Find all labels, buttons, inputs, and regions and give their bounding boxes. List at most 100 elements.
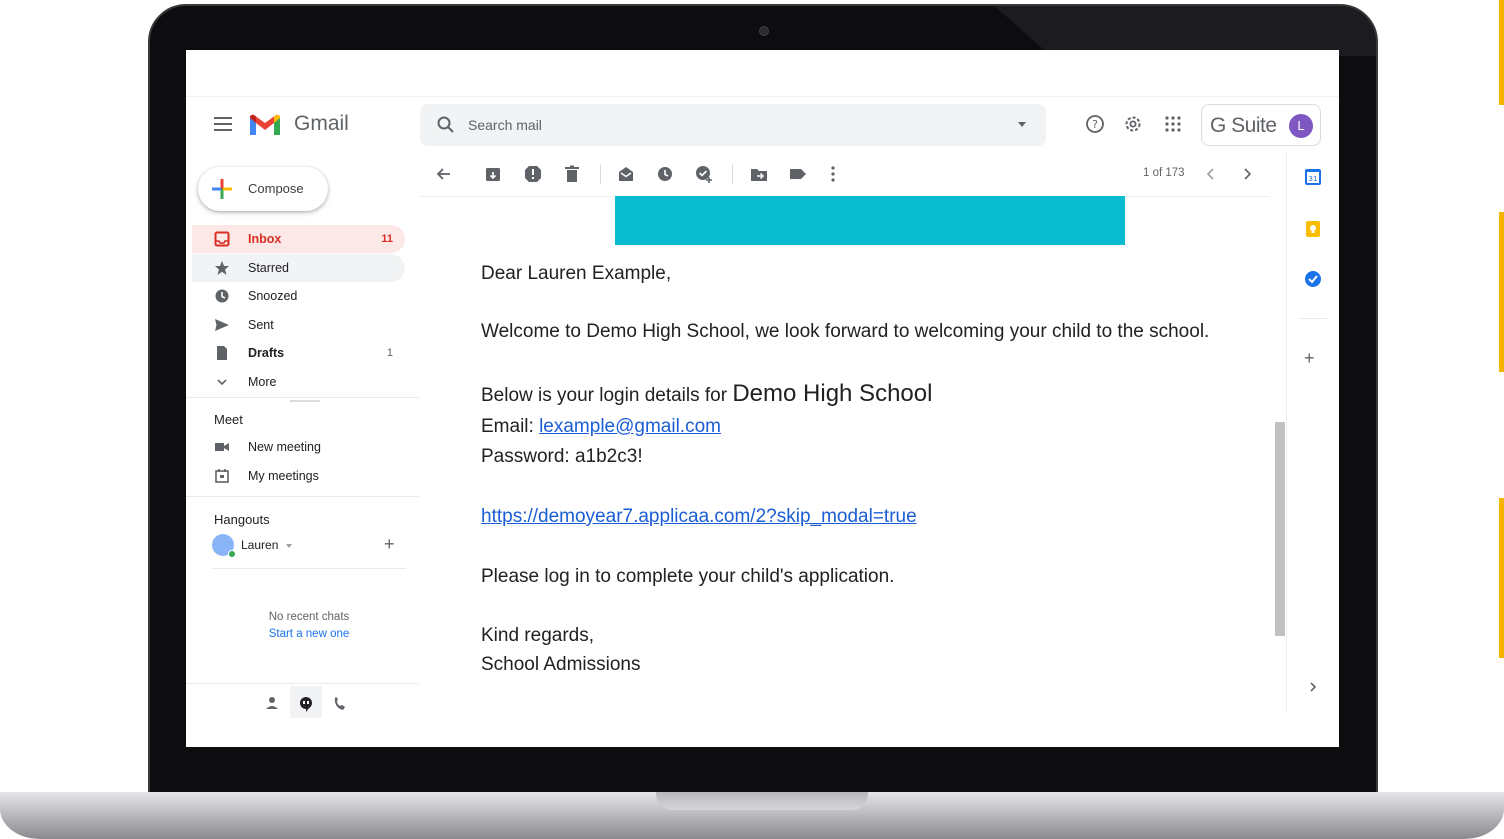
sidebar-item-sent[interactable]: Sent — [192, 311, 405, 339]
sidebar-item-more[interactable]: More — [192, 368, 405, 396]
snooze-icon[interactable] — [655, 164, 675, 184]
start-new-chat-link[interactable]: Start a new one — [186, 628, 432, 640]
sidebar-item-label: Starred — [248, 261, 289, 275]
app-header: Gmail ? G Suite L — [186, 96, 1339, 152]
email-closing: Kind regards, — [481, 625, 595, 646]
main-menu-icon[interactable] — [214, 117, 232, 131]
draft-icon — [217, 346, 227, 360]
search-bar[interactable] — [420, 104, 1046, 146]
drag-handle[interactable] — [290, 400, 320, 402]
lid-sheen — [994, 6, 1376, 56]
delete-icon[interactable] — [562, 164, 582, 184]
sidebar-item-label: Drafts — [248, 346, 285, 360]
email-login-link-line: https://demoyear7.applicaa.com/2?skip_mo… — [481, 506, 917, 528]
app-name: Gmail — [294, 112, 349, 135]
phone-icon[interactable] — [326, 690, 354, 718]
online-status-icon — [228, 550, 236, 558]
login-url-link[interactable]: https://demoyear7.applicaa.com/2?skip_mo… — [481, 506, 917, 527]
side-divider — [1299, 318, 1327, 319]
keep-icon[interactable] — [1304, 220, 1322, 238]
gsuite-label: G Suite — [1210, 114, 1277, 137]
school-name: Demo High School — [732, 380, 933, 407]
draft-count: 1 — [386, 347, 393, 359]
camera-icon — [759, 26, 769, 36]
account-switcher[interactable]: G Suite L — [1201, 104, 1321, 146]
sidebar-item-snoozed[interactable]: Snoozed — [192, 282, 405, 310]
status-dropdown-icon[interactable] — [286, 544, 292, 548]
more-options-icon[interactable] — [823, 164, 843, 184]
star-icon — [215, 261, 229, 275]
add-to-tasks-icon[interactable] — [694, 164, 714, 184]
my-meetings-item[interactable]: My meetings — [192, 462, 405, 490]
no-recent-chats: No recent chats — [268, 611, 350, 623]
contacts-icon[interactable] — [258, 690, 286, 718]
new-meeting-item[interactable]: New meeting — [192, 433, 405, 461]
sidebar-item-label: Snoozed — [248, 289, 298, 303]
tasks-icon[interactable] — [1304, 270, 1322, 288]
sidebar-item-label: More — [248, 375, 277, 389]
nav-divider — [186, 397, 419, 398]
back-arrow-icon[interactable] — [434, 164, 454, 184]
svg-text:?: ? — [1092, 118, 1098, 131]
report-spam-icon[interactable] — [523, 164, 543, 184]
meet-divider — [186, 496, 419, 497]
pagination-count: 1 of 173 — [1143, 167, 1185, 179]
email-address-line: Email: lexample@gmail.com — [481, 416, 721, 438]
unread-count: 11 — [381, 233, 393, 245]
toolbar-separator — [732, 164, 733, 184]
email-greeting: Dear Lauren Example, — [481, 263, 672, 284]
chevron-left-icon[interactable] — [1201, 164, 1221, 184]
search-input[interactable] — [468, 104, 988, 146]
new-meeting-label: New meeting — [248, 440, 321, 454]
search-options-icon[interactable] — [1018, 122, 1026, 127]
hangouts-divider — [212, 568, 406, 569]
hangouts-user-row[interactable]: Lauren + — [212, 534, 402, 560]
edge-accent-bar — [1499, 0, 1504, 105]
email-login-intro: Below is your login details for Demo Hig… — [481, 380, 932, 408]
chevron-right-icon[interactable] — [1237, 164, 1257, 184]
hangouts-user-name: Lauren — [241, 538, 279, 552]
sidebar-item-label: Inbox — [248, 232, 282, 246]
toolbar-separator — [600, 164, 601, 184]
email-header-banner — [615, 196, 1125, 245]
archive-icon[interactable] — [483, 164, 503, 184]
chevron-down-icon — [217, 379, 227, 386]
hangouts-icon[interactable] — [292, 690, 320, 718]
login-intro-text: Below is your login details for — [481, 385, 733, 406]
label-icon[interactable] — [788, 164, 808, 184]
message-scrollbar[interactable] — [1275, 422, 1285, 636]
edge-accent-bar — [1499, 212, 1504, 372]
email-welcome-line: Welcome to Demo High School, we look for… — [481, 321, 1210, 342]
compose-button[interactable]: Compose — [198, 167, 328, 211]
gmail-screen: Gmail ? G Suite L Compose — [186, 50, 1339, 747]
help-icon[interactable]: ? — [1084, 113, 1106, 135]
side-panel: 31 + — [1286, 152, 1339, 712]
laptop-notch — [656, 792, 868, 810]
sidebar-item-inbox[interactable]: Inbox 11 — [192, 225, 405, 253]
inbox-icon — [214, 231, 230, 247]
my-meetings-label: My meetings — [248, 469, 319, 483]
email-label: Email: — [481, 416, 540, 437]
sidebar-item-starred[interactable]: Starred — [192, 254, 405, 282]
mark-unread-icon[interactable] — [616, 164, 636, 184]
clock-icon — [215, 289, 229, 303]
apps-grid-icon[interactable] — [1162, 113, 1184, 135]
video-camera-icon — [215, 443, 229, 451]
search-icon[interactable] — [436, 115, 456, 135]
email-link[interactable]: lexample@gmail.com — [539, 416, 721, 437]
move-to-icon[interactable] — [749, 164, 769, 184]
edge-accent-bar — [1499, 498, 1504, 658]
email-password-line: Password: a1b2c3! — [481, 446, 643, 467]
gmail-logo-icon[interactable] — [248, 113, 282, 137]
settings-icon[interactable] — [1122, 113, 1144, 135]
laptop-mockup: Gmail ? G Suite L Compose — [0, 0, 1504, 839]
avatar[interactable]: L — [1289, 114, 1313, 138]
calendar-icon[interactable]: 31 — [1304, 168, 1322, 186]
add-addon-icon[interactable]: + — [1304, 348, 1315, 369]
calendar-icon — [215, 469, 229, 483]
add-chat-icon[interactable]: + — [384, 534, 395, 555]
plus-icon — [212, 179, 232, 199]
svg-text:31: 31 — [1309, 175, 1318, 183]
expand-panel-icon[interactable] — [1304, 678, 1322, 696]
sidebar-item-drafts[interactable]: Drafts 1 — [192, 339, 405, 367]
